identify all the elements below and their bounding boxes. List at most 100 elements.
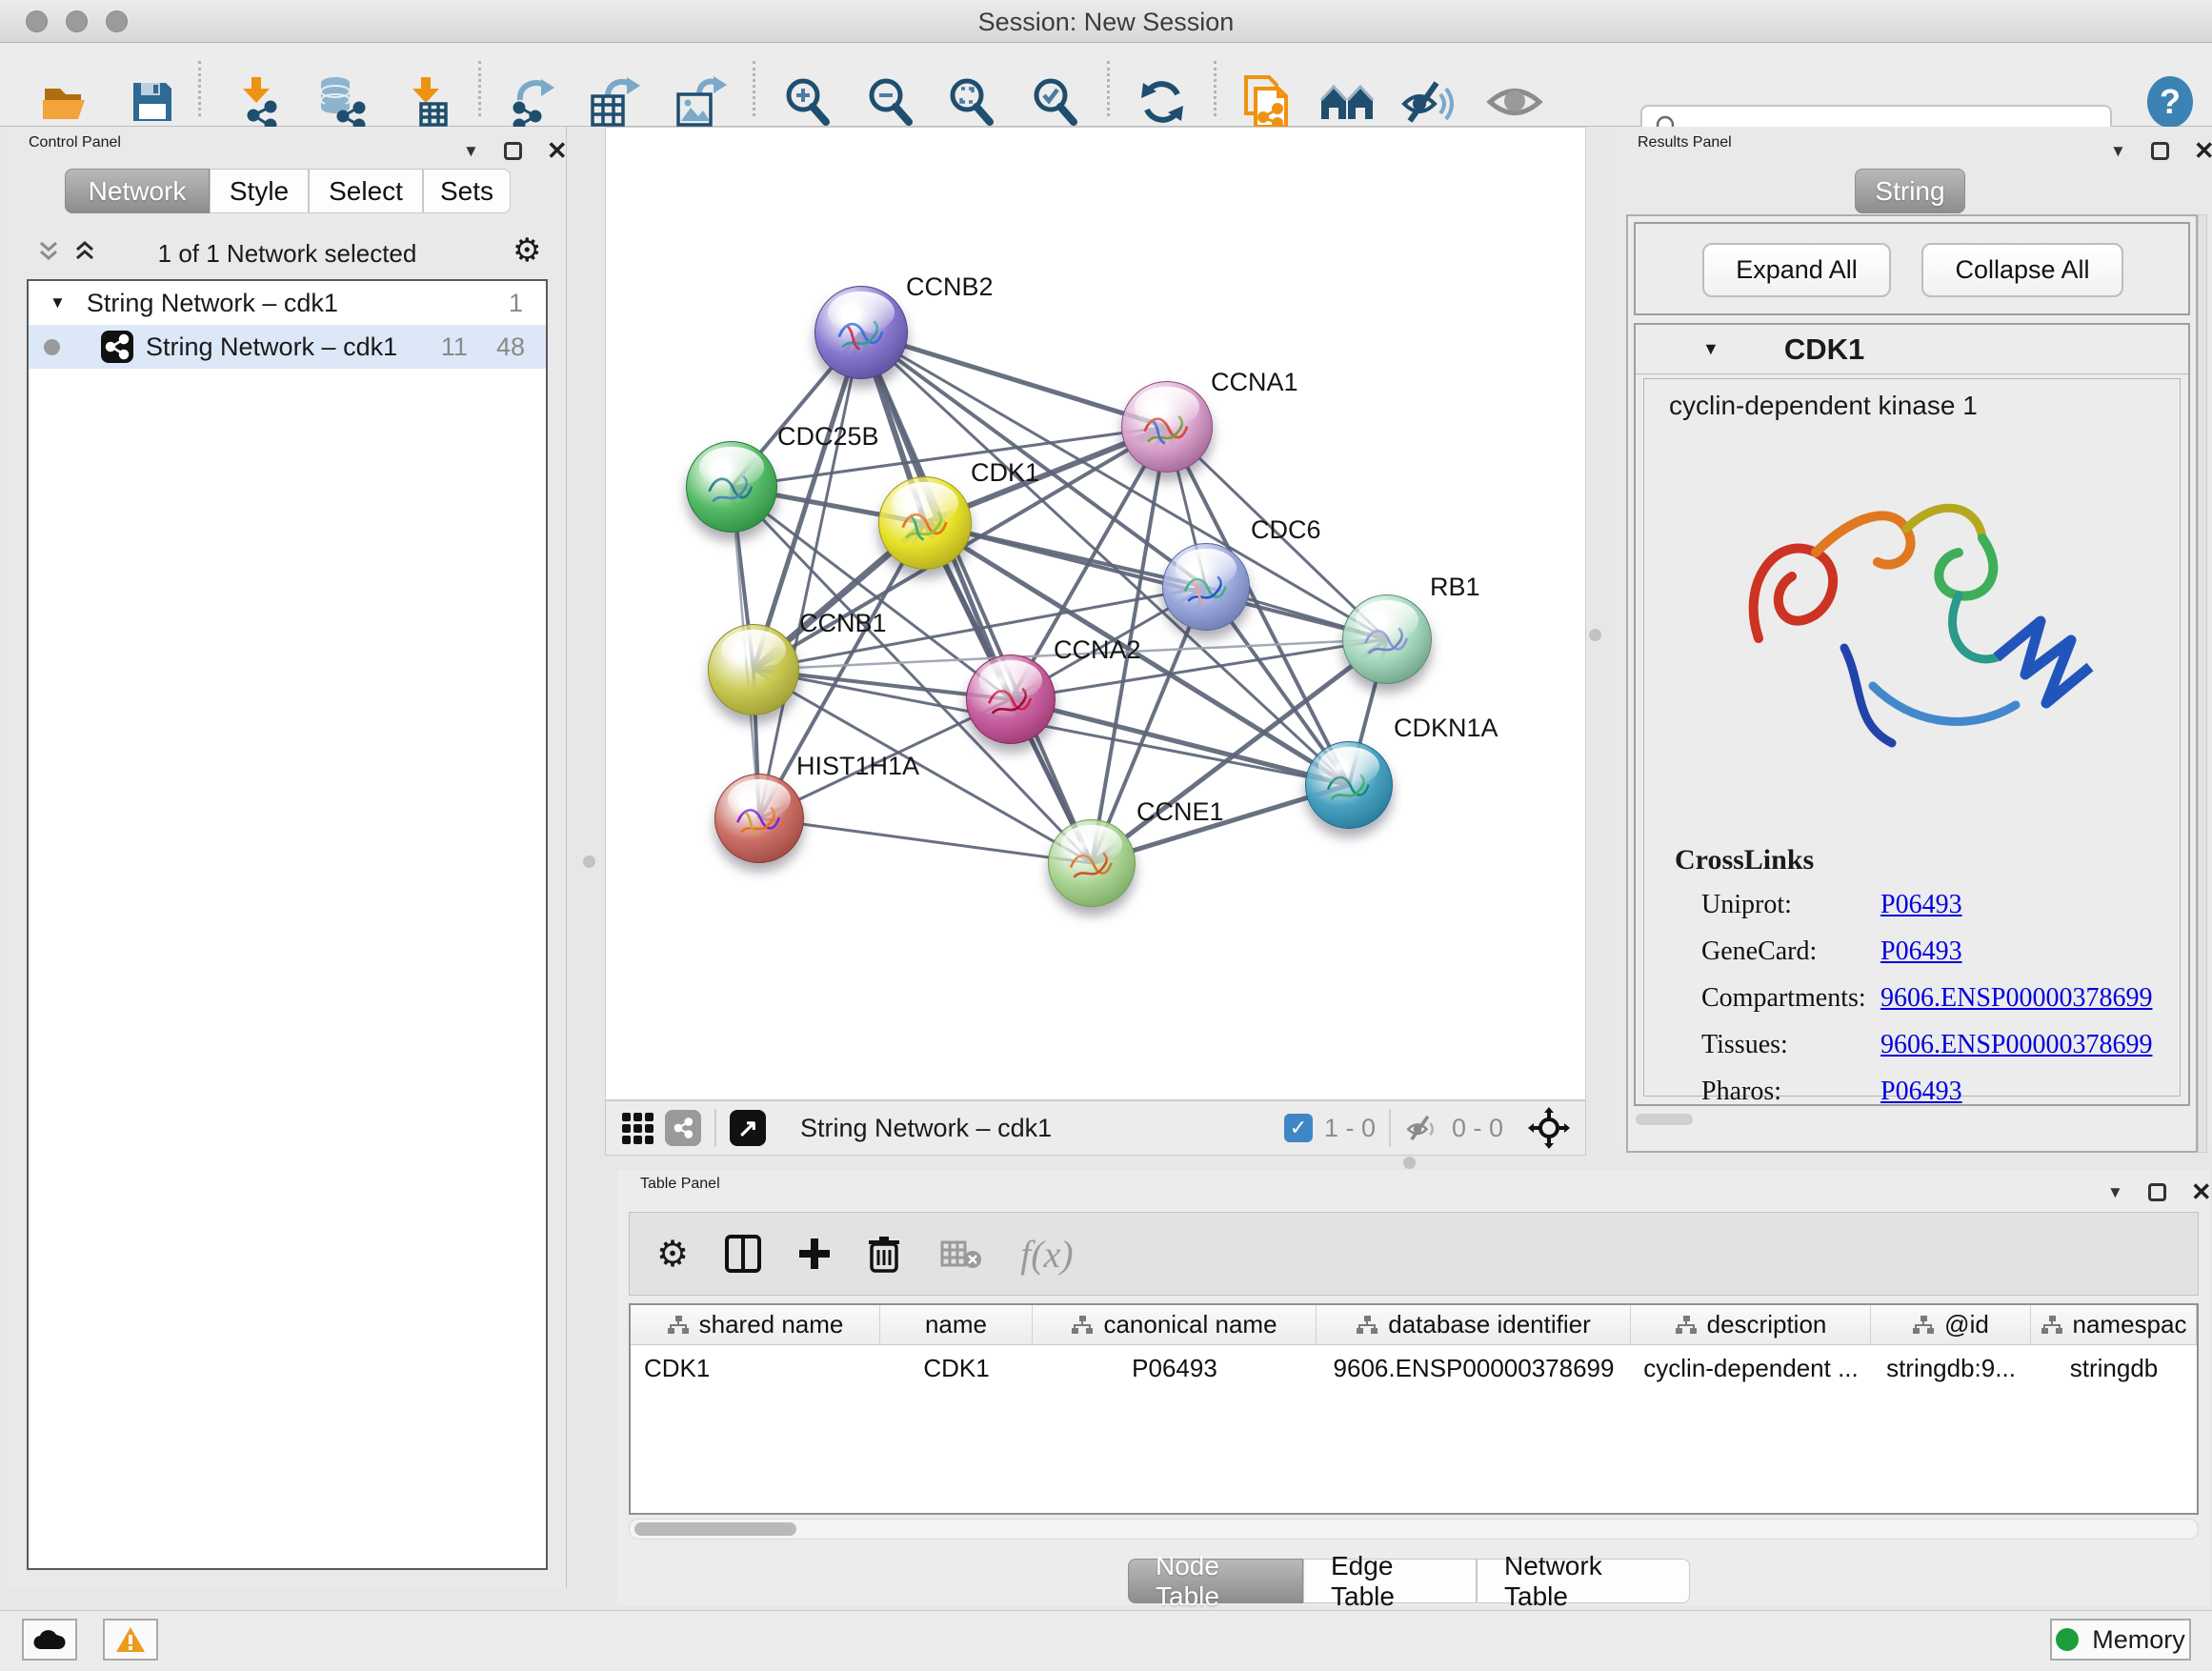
import-database-icon[interactable]: [312, 75, 368, 129]
table-panel-menu-icon[interactable]: ▼: [2107, 1183, 2123, 1202]
network-node-ccna1[interactable]: [1121, 381, 1213, 473]
bottom-splitter-handle[interactable]: [1403, 1157, 1416, 1169]
tab-string[interactable]: String: [1855, 169, 1965, 213]
network-node-cdc25b[interactable]: [686, 441, 777, 533]
tab-node-table[interactable]: Node Table: [1128, 1559, 1303, 1603]
tab-network[interactable]: Network: [65, 169, 210, 213]
zoom-in-icon[interactable]: [781, 75, 835, 129]
gene-disclosure-icon[interactable]: ▼: [1702, 339, 1719, 359]
help-icon[interactable]: ?: [2145, 75, 2195, 129]
left-splitter-handle[interactable]: [583, 856, 595, 868]
results-vscrollbar[interactable]: [2198, 214, 2207, 1153]
export-network-icon[interactable]: [507, 75, 560, 129]
zoom-selected-icon[interactable]: [1029, 75, 1082, 129]
network-node-cdkn1a[interactable]: [1305, 741, 1393, 829]
network-node-hist1h1a[interactable]: [714, 774, 804, 863]
selected-checkbox-icon[interactable]: ✓: [1284, 1114, 1313, 1142]
crosslink-link[interactable]: P06493: [1880, 1077, 1962, 1107]
table-panel-float-icon[interactable]: [2148, 1183, 2166, 1201]
network-node-ccnb1[interactable]: [708, 624, 799, 715]
open-session-icon[interactable]: [38, 75, 91, 129]
table-options-gear-icon[interactable]: ⚙: [656, 1233, 689, 1276]
collection-disclosure-icon[interactable]: ▼: [50, 293, 66, 312]
column-header--id[interactable]: @id: [1871, 1305, 2031, 1344]
results-panel-close-icon[interactable]: ✕: [2194, 136, 2212, 166]
import-table-icon[interactable]: [402, 75, 455, 129]
table-hscrollbar[interactable]: [629, 1519, 2199, 1540]
tab-sets[interactable]: Sets: [423, 169, 511, 213]
network-node-ccne1[interactable]: [1048, 819, 1136, 907]
control-panel-menu-icon[interactable]: ▼: [463, 142, 479, 161]
network-options-gear-icon[interactable]: ⚙: [513, 232, 541, 270]
expand-all-button[interactable]: Expand All: [1702, 243, 1891, 297]
right-splitter-handle[interactable]: [1589, 629, 1601, 641]
tab-edge-table[interactable]: Edge Table: [1303, 1559, 1477, 1603]
control-panel-close-icon[interactable]: ✕: [547, 136, 568, 166]
network-node-ccna2[interactable]: [966, 654, 1056, 744]
refresh-icon[interactable]: [1136, 75, 1189, 129]
table-hscrollbar-thumb[interactable]: [634, 1522, 796, 1536]
table-cell[interactable]: stringdb: [2031, 1345, 2197, 1391]
table-cell[interactable]: CDK1: [631, 1345, 880, 1391]
column-header-description[interactable]: description: [1631, 1305, 1871, 1344]
network-node-cdk1[interactable]: [878, 476, 972, 570]
tab-select[interactable]: Select: [309, 169, 423, 213]
network-edge[interactable]: [861, 332, 1092, 863]
network-edge[interactable]: [861, 332, 1167, 427]
column-header-name[interactable]: name: [880, 1305, 1033, 1344]
hide-selected-icon[interactable]: [1400, 75, 1458, 129]
import-network-icon[interactable]: [232, 75, 286, 129]
save-session-icon[interactable]: [126, 75, 179, 129]
cloud-status-button[interactable]: [22, 1619, 77, 1661]
crosslink-link[interactable]: 9606.ENSP00000378699: [1880, 983, 2152, 1014]
column-header-shared-name[interactable]: shared name: [631, 1305, 880, 1344]
network-node-ccnb2[interactable]: [814, 286, 908, 379]
warning-status-button[interactable]: [103, 1619, 158, 1661]
clone-network-icon[interactable]: [1238, 73, 1294, 131]
delete-column-icon[interactable]: [868, 1235, 900, 1273]
memory-button[interactable]: Memory: [2050, 1619, 2191, 1661]
function-builder-icon[interactable]: f(x): [1020, 1232, 1074, 1277]
control-panel-float-icon[interactable]: [504, 142, 522, 160]
table-cell[interactable]: 9606.ENSP00000378699: [1317, 1345, 1631, 1391]
table-panel-close-icon[interactable]: ✕: [2191, 1178, 2212, 1207]
delete-table-icon[interactable]: [940, 1238, 982, 1269]
table-cell[interactable]: cyclin-dependent ...: [1631, 1345, 1871, 1391]
crosslink-link[interactable]: 9606.ENSP00000378699: [1880, 1030, 2152, 1060]
network-node-cdc6[interactable]: [1162, 543, 1250, 631]
column-header-label: shared name: [699, 1310, 844, 1339]
table-cell[interactable]: CDK1: [880, 1345, 1033, 1391]
network-row[interactable]: String Network – cdk1 11 48: [29, 325, 546, 369]
network-type-share-icon[interactable]: [665, 1110, 701, 1146]
column-header-database-identifier[interactable]: database identifier: [1317, 1305, 1631, 1344]
show-columns-icon[interactable]: [725, 1235, 761, 1273]
column-header-canonical-name[interactable]: canonical name: [1033, 1305, 1317, 1344]
tab-style[interactable]: Style: [210, 169, 309, 213]
zoom-fit-icon[interactable]: [945, 75, 998, 129]
table-cell[interactable]: P06493: [1033, 1345, 1317, 1391]
results-hscrollbar-thumb[interactable]: [1636, 1114, 1693, 1125]
first-neighbors-icon[interactable]: [1319, 77, 1377, 127]
export-table-icon[interactable]: [587, 75, 642, 129]
node-label-rb1: RB1: [1430, 573, 1480, 602]
add-column-icon[interactable]: [797, 1237, 832, 1271]
table-row[interactable]: CDK1CDK1P064939606.ENSP00000378699cyclin…: [631, 1345, 2197, 1391]
crosslink-link[interactable]: P06493: [1880, 936, 1962, 967]
show-all-icon[interactable]: [1486, 78, 1543, 126]
table-cell[interactable]: stringdb:9...: [1871, 1345, 2031, 1391]
results-panel-float-icon[interactable]: [2151, 142, 2169, 160]
crosslink-link[interactable]: P06493: [1880, 890, 1962, 920]
network-collection-row[interactable]: ▼ String Network – cdk1 1: [29, 281, 546, 325]
export-image-icon[interactable]: [673, 75, 728, 129]
collapse-all-button[interactable]: Collapse All: [1921, 243, 2123, 297]
results-panel-menu-icon[interactable]: ▼: [2110, 142, 2126, 161]
network-canvas[interactable]: CCNB2CCNA1CDC25BCDK1CDC6RB1CCNB1CCNA2CDK…: [605, 127, 1586, 1100]
network-edge[interactable]: [759, 818, 1092, 863]
column-header-namespac[interactable]: namespac: [2031, 1305, 2197, 1344]
open-in-window-icon[interactable]: ↗: [730, 1110, 766, 1146]
zoom-out-icon[interactable]: [864, 75, 917, 129]
network-node-rb1[interactable]: [1342, 594, 1432, 684]
pan-crosshair-icon[interactable]: [1528, 1107, 1570, 1149]
tab-network-table[interactable]: Network Table: [1477, 1559, 1690, 1603]
grid-view-icon[interactable]: [619, 1110, 655, 1146]
